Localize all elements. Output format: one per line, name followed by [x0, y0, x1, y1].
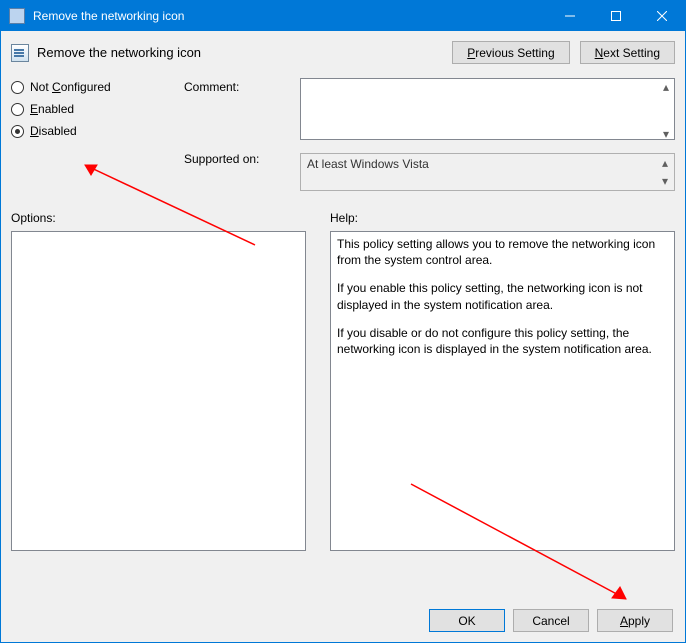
- scroll-up-icon[interactable]: ▴: [658, 79, 674, 95]
- radio-icon: [11, 81, 24, 94]
- options-label: Options:: [11, 211, 306, 225]
- help-paragraph: If you disable or do not configure this …: [337, 325, 668, 357]
- scroll-down-icon[interactable]: ▾: [658, 126, 674, 142]
- supported-on-value: At least Windows Vista: [307, 157, 429, 171]
- close-button[interactable]: [639, 1, 685, 31]
- supported-scrollbar[interactable]: ▴ ▾: [657, 155, 673, 189]
- help-paragraph: This policy setting allows you to remove…: [337, 236, 668, 268]
- comment-scrollbar[interactable]: ▴ ▾: [658, 79, 674, 142]
- scroll-up-icon[interactable]: ▴: [657, 155, 673, 171]
- next-setting-button[interactable]: Next Setting: [580, 41, 675, 64]
- radio-enabled[interactable]: Enabled: [11, 102, 166, 116]
- help-label: Help:: [330, 211, 675, 225]
- maximize-button[interactable]: [593, 1, 639, 31]
- cancel-button[interactable]: Cancel: [513, 609, 589, 632]
- scroll-down-icon[interactable]: ▾: [657, 173, 673, 189]
- comment-label: Comment:: [184, 78, 282, 140]
- radio-not-configured[interactable]: Not Configured: [11, 80, 166, 94]
- policy-icon: [11, 44, 29, 62]
- supported-on-field: At least Windows Vista ▴ ▾: [300, 153, 675, 191]
- supported-label: Supported on:: [184, 140, 282, 162]
- window-title: Remove the networking icon: [33, 9, 547, 23]
- radio-label: Not Configured: [30, 80, 111, 94]
- ok-button[interactable]: OK: [429, 609, 505, 632]
- titlebar: Remove the networking icon: [1, 1, 685, 31]
- radio-icon: [11, 103, 24, 116]
- minimize-button[interactable]: [547, 1, 593, 31]
- options-box: [11, 231, 306, 551]
- help-box: This policy setting allows you to remove…: [330, 231, 675, 551]
- app-icon: [9, 8, 25, 24]
- apply-button[interactable]: Apply: [597, 609, 673, 632]
- comment-field[interactable]: [300, 78, 675, 140]
- radio-icon: [11, 125, 24, 138]
- radio-disabled[interactable]: Disabled: [11, 124, 166, 138]
- previous-setting-button[interactable]: Previous Setting: [452, 41, 569, 64]
- policy-title: Remove the networking icon: [37, 45, 442, 60]
- radio-label: Disabled: [30, 124, 77, 138]
- help-paragraph: If you enable this policy setting, the n…: [337, 280, 668, 312]
- radio-label: Enabled: [30, 102, 74, 116]
